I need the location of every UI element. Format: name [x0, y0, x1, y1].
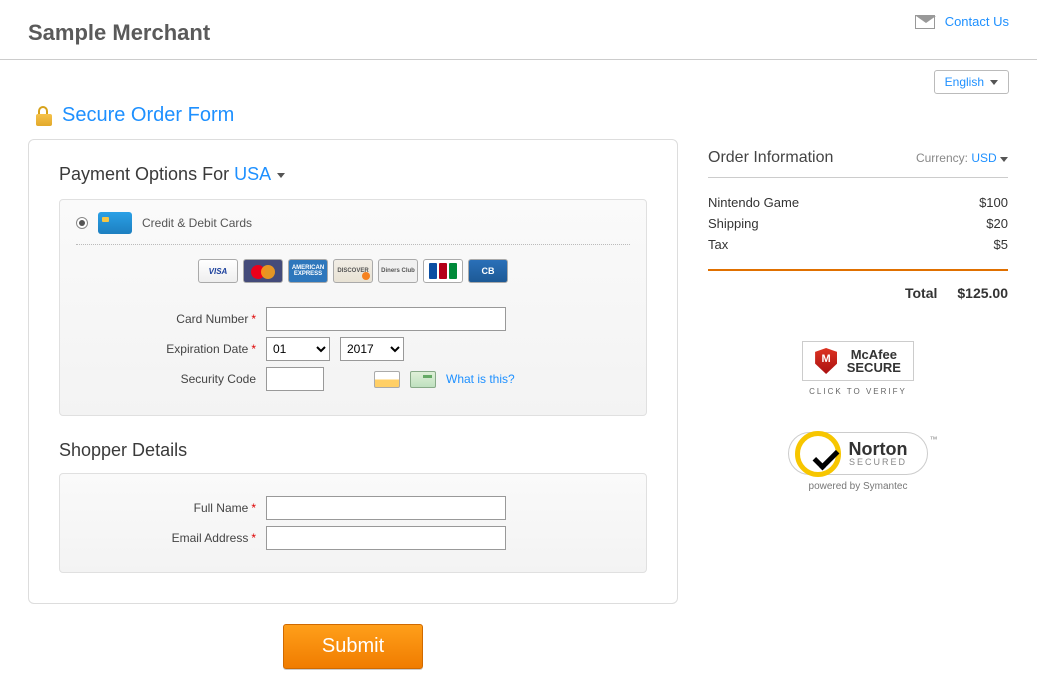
required-marker: *	[251, 501, 256, 515]
expiration-month-select[interactable]: 01	[266, 337, 330, 361]
order-total-label: Total	[905, 285, 937, 301]
chevron-down-icon	[1000, 157, 1008, 162]
chevron-down-icon	[277, 173, 285, 178]
order-total-row: Total $125.00	[708, 271, 1008, 301]
page-title: Secure Order Form	[62, 104, 234, 127]
discover-logo: DISCOVER	[333, 259, 373, 283]
email-label: Email Address	[172, 531, 249, 545]
mastercard-logo	[243, 259, 283, 283]
required-marker: *	[251, 531, 256, 545]
required-marker: *	[251, 312, 256, 326]
what-is-this-link[interactable]: What is this?	[446, 372, 515, 386]
country-selector[interactable]: USA	[234, 164, 285, 184]
language-selector[interactable]: English	[934, 70, 1009, 94]
visa-logo: VISA	[198, 259, 238, 283]
mcafee-verify-text: CLICK TO VERIFY	[708, 387, 1008, 396]
submit-button[interactable]: Submit	[283, 624, 423, 669]
card-number-label: Card Number	[176, 312, 248, 326]
card-brand-logos: VISA AMERICAN EXPRESS DISCOVER Diners Cl…	[76, 245, 630, 301]
order-line: Tax$5	[708, 234, 1008, 255]
currency-label: Currency:	[916, 151, 968, 165]
email-input[interactable]	[266, 526, 506, 550]
card-icon	[98, 212, 132, 234]
amex-logo: AMERICAN EXPRESS	[288, 259, 328, 283]
shield-icon: M	[815, 348, 837, 374]
top-bar: Sample Merchant Contact Us	[0, 0, 1037, 60]
language-label: English	[945, 75, 984, 89]
order-line: Nintendo Game$100	[708, 192, 1008, 213]
norton-powered-by: powered by Symantec	[708, 481, 1008, 492]
shopper-details-header: Shopper Details	[59, 440, 647, 461]
order-information-title: Order Information	[708, 149, 833, 167]
expiration-label: Expiration Date	[166, 342, 248, 356]
order-form-card: Payment Options For USA Credit & Debit C…	[28, 139, 678, 604]
payment-option-box: Credit & Debit Cards VISA AMERICAN EXPRE…	[59, 199, 647, 416]
mcafee-secure-badge[interactable]: M McAfeeSECURE	[802, 341, 914, 381]
jcb-logo	[423, 259, 463, 283]
cvv-back-icon	[410, 371, 436, 388]
contact-link-wrap: Contact Us	[915, 14, 1009, 29]
diners-logo: Diners Club	[378, 259, 418, 283]
full-name-label: Full Name	[194, 501, 249, 515]
merchant-title: Sample Merchant	[28, 20, 210, 46]
security-code-label: Security Code	[181, 372, 256, 386]
order-summary-column: Order Information Currency: USD Nintendo…	[708, 139, 1008, 492]
expiration-year-select[interactable]: 2017	[340, 337, 404, 361]
page-title-row: Secure Order Form	[0, 94, 1037, 139]
mail-icon	[915, 15, 935, 29]
credit-card-radio[interactable]	[76, 217, 88, 229]
cb-logo: CB	[468, 259, 508, 283]
payment-options-header: Payment Options For USA	[59, 164, 647, 185]
required-marker: *	[251, 342, 256, 356]
credit-card-option-label: Credit & Debit Cards	[142, 216, 252, 230]
order-total-value: $125.00	[957, 285, 1008, 301]
contact-us-link[interactable]: Contact Us	[945, 14, 1009, 29]
cvv-front-icon	[374, 371, 400, 388]
order-line: Shipping$20	[708, 213, 1008, 234]
lock-icon	[36, 106, 52, 126]
chevron-down-icon	[990, 80, 998, 85]
shopper-details-box: Full Name* Email Address*	[59, 473, 647, 573]
card-number-input[interactable]	[266, 307, 506, 331]
norton-secured-badge[interactable]: NortonSECURED ™ powered by Symantec	[708, 432, 1008, 492]
currency-selector[interactable]: USD	[971, 151, 1008, 165]
checkmark-circle-icon	[795, 431, 841, 477]
security-code-input[interactable]	[266, 367, 324, 391]
full-name-input[interactable]	[266, 496, 506, 520]
